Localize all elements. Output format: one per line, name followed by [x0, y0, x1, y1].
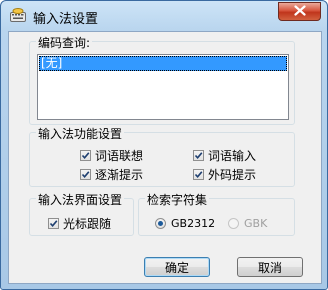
code-query-group: 编码查询: [无]	[29, 34, 295, 125]
ok-button[interactable]: 确定	[144, 257, 210, 277]
close-x-icon	[293, 4, 306, 19]
checkbox-word-association[interactable]: 词语联想	[80, 147, 143, 164]
close-button[interactable]	[278, 2, 321, 21]
radio-selected-dot	[158, 221, 163, 226]
checkbox-label: 逐渐提示	[95, 168, 144, 182]
ime-ui-group: 输入法界面设置 光标跟随	[29, 191, 134, 236]
radio-gb2312[interactable]: GB2312	[155, 217, 215, 230]
keyboard-app-icon	[10, 8, 26, 22]
checkbox-label: 词语输入	[208, 149, 257, 163]
checkbox-label: 外码提示	[208, 168, 257, 182]
checkbox-cursor-follow[interactable]: 光标跟随	[48, 215, 111, 232]
radio-label: GBK	[244, 217, 268, 230]
list-item[interactable]: [无]	[39, 56, 287, 71]
settings-dialog: 输入法设置 编码查询: [无] 输入法功能设置 词语联想 词语输入 逐渐提示 外…	[0, 0, 328, 290]
checkbox-word-input[interactable]: 词语输入	[193, 147, 256, 164]
code-query-label: 编码查询:	[36, 34, 93, 51]
radio-button[interactable]	[155, 218, 166, 229]
code-query-listbox[interactable]: [无]	[37, 54, 289, 120]
checkbox-box[interactable]	[80, 150, 91, 161]
ime-functions-group: 输入法功能设置 词语联想 词语输入 逐渐提示 外码提示	[29, 125, 295, 187]
checkbox-box[interactable]	[80, 169, 91, 180]
radio-label: GB2312	[171, 217, 216, 230]
checkbox-label: 词语联想	[95, 149, 144, 163]
checkbox-label: 光标跟随	[63, 217, 112, 231]
title-bar[interactable]: 输入法设置	[1, 1, 327, 31]
checkmark-icon	[81, 152, 90, 160]
radio-button[interactable]	[228, 218, 239, 229]
checkbox-box[interactable]	[193, 169, 204, 180]
cancel-button[interactable]: 取消	[237, 257, 303, 277]
dialog-client-area: 编码查询: [无] 输入法功能设置 词语联想 词语输入 逐渐提示 外码提示 输入…	[8, 31, 322, 284]
checkmark-icon	[194, 171, 203, 179]
checkmark-icon	[49, 220, 58, 228]
charset-label: 检索字符集	[145, 191, 210, 208]
checkbox-box[interactable]	[48, 218, 59, 229]
radio-gbk[interactable]: GBK	[228, 217, 267, 230]
charset-group: 检索字符集 GB2312 GBK	[138, 191, 295, 236]
window-title: 输入法设置	[33, 12, 99, 27]
checkbox-box[interactable]	[193, 150, 204, 161]
ime-functions-label: 输入法功能设置	[36, 125, 125, 142]
checkbox-gradual-hint[interactable]: 逐渐提示	[80, 166, 143, 183]
checkmark-icon	[194, 152, 203, 160]
ime-ui-label: 输入法界面设置	[36, 191, 125, 208]
checkbox-code-hint[interactable]: 外码提示	[193, 166, 256, 183]
checkmark-icon	[81, 171, 90, 179]
